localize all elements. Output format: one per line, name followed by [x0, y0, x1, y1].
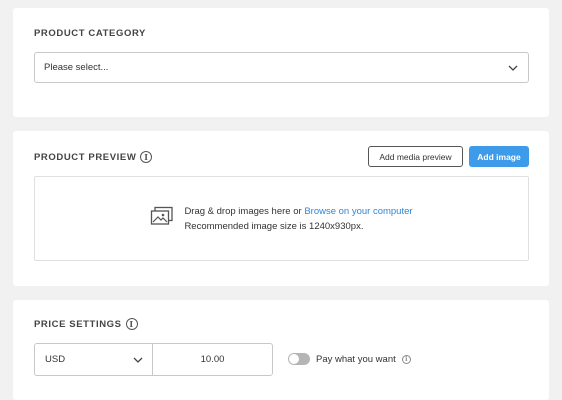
price-settings-card: PRICE SETTINGS i USD 10.00 Pay what you … [13, 300, 549, 400]
info-icon[interactable]: i [140, 151, 153, 163]
dropzone-text: Drag & drop images here or Browse on you… [184, 204, 412, 234]
currency-value: USD [45, 354, 66, 365]
product-preview-card: PRODUCT PREVIEW i Add media preview Add … [13, 131, 549, 286]
image-dropzone[interactable]: Drag & drop images here or Browse on you… [34, 176, 529, 261]
chevron-down-icon [133, 357, 143, 363]
product-category-title: PRODUCT CATEGORY [34, 28, 146, 39]
price-amount-input[interactable]: 10.00 [152, 343, 273, 376]
add-image-button[interactable]: Add image [469, 146, 529, 167]
image-gallery-icon [150, 206, 174, 231]
chevron-down-icon [507, 62, 519, 74]
info-icon[interactable]: i [125, 318, 138, 330]
product-preview-title: PRODUCT PREVIEW i [34, 151, 153, 163]
info-icon[interactable]: i [401, 354, 411, 364]
price-settings-title: PRICE SETTINGS i [34, 318, 138, 330]
dropzone-instruction: Drag & drop images here or [184, 205, 305, 217]
pay-what-you-want-label: Pay what you want [316, 353, 396, 365]
currency-select[interactable]: USD [34, 343, 153, 376]
product-category-select[interactable]: Please select... [34, 52, 529, 83]
browse-computer-link[interactable]: Browse on your computer [304, 206, 412, 217]
pay-what-you-want-toggle[interactable] [288, 353, 310, 365]
pay-what-you-want-group: Pay what you want i [288, 353, 411, 365]
product-category-select-value: Please select... [44, 62, 109, 73]
add-media-preview-button[interactable]: Add media preview [368, 146, 463, 167]
product-category-card: PRODUCT CATEGORY Please select... [13, 8, 549, 117]
image-size-hint: Recommended image size is 1240x930px. [184, 220, 364, 232]
